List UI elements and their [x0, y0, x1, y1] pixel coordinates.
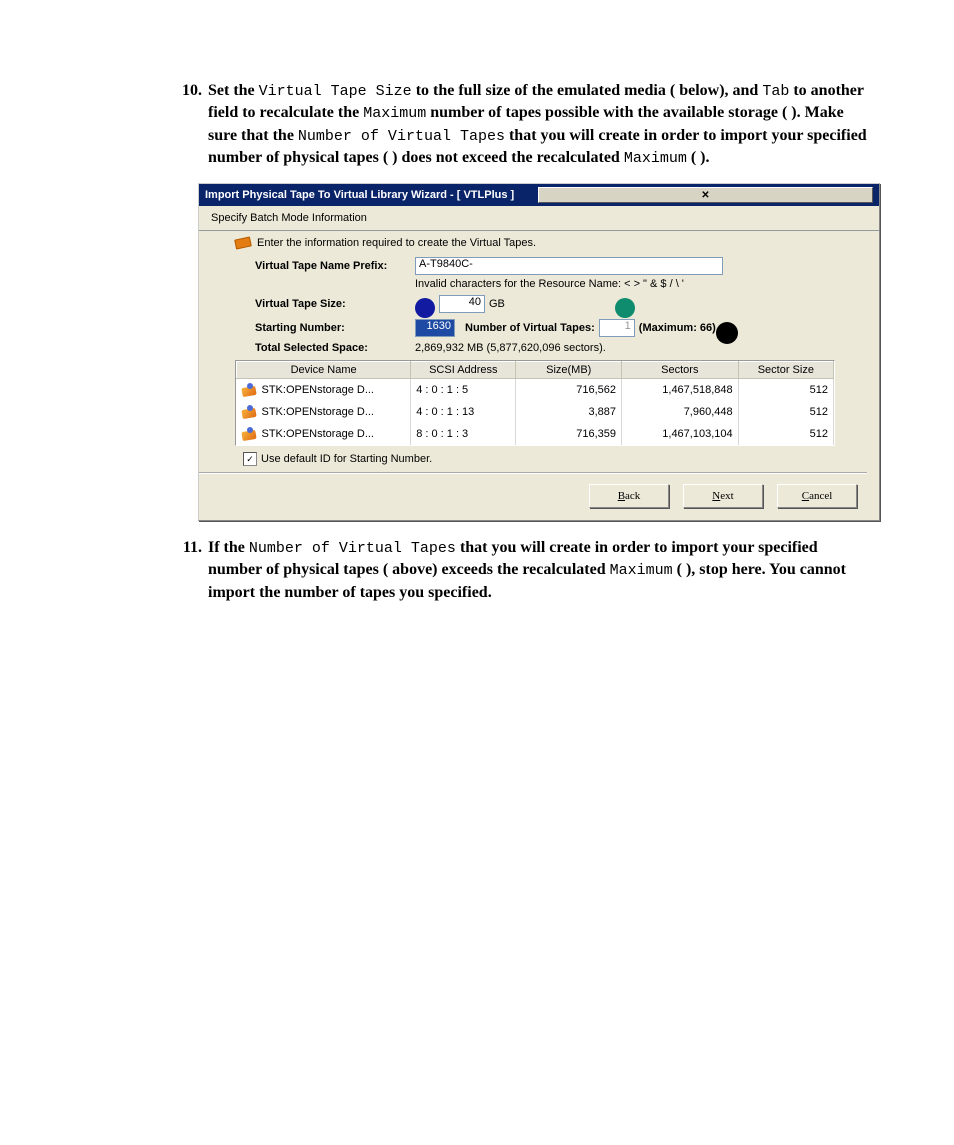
col-device-name[interactable]: Device Name — [237, 362, 411, 379]
table-header-row: Device Name SCSI Address Size(MB) Sector… — [237, 362, 834, 379]
row-total: Total Selected Space: 2,869,932 MB (5,87… — [255, 342, 867, 354]
table-row[interactable]: STK:OPENstorage D... 4 : 0 : 1 : 5 716,5… — [237, 379, 834, 402]
button-row: Back Next Cancel — [235, 474, 867, 510]
row-default-id[interactable]: ✓ Use default ID for Starting Number. — [243, 452, 867, 466]
callout-black-dot — [716, 322, 738, 344]
col-scsi[interactable]: SCSI Address — [411, 362, 516, 379]
col-sector-size[interactable]: Sector Size — [738, 362, 833, 379]
table-row[interactable]: STK:OPENstorage D... 8 : 0 : 1 : 3 716,3… — [237, 423, 834, 445]
device-table: Device Name SCSI Address Size(MB) Sector… — [235, 360, 835, 446]
tape-icon — [234, 236, 252, 249]
disk-icon — [242, 427, 258, 441]
checkbox-default-id[interactable]: ✓ — [243, 452, 257, 466]
input-prefix[interactable]: A-T9840C- — [415, 257, 723, 275]
step-number: 10. — [172, 80, 202, 102]
instruction-step-11: 11. If the Number of Virtual Tapes that … — [178, 537, 874, 603]
label-total: Total Selected Space: — [255, 342, 415, 354]
input-numtapes[interactable]: 1 — [599, 319, 635, 337]
intro-text: Enter the information required to create… — [257, 237, 536, 249]
table-row[interactable]: STK:OPENstorage D... 4 : 0 : 1 : 13 3,88… — [237, 401, 834, 423]
titlebar[interactable]: Import Physical Tape To Virtual Library … — [199, 184, 879, 206]
step-text: Set the Virtual Tape Size to the full si… — [208, 82, 867, 166]
row-size: Virtual Tape Size: 40 GB — [255, 294, 867, 314]
label-start: Starting Number: — [255, 322, 415, 334]
col-sectors[interactable]: Sectors — [622, 362, 739, 379]
cancel-button[interactable]: Cancel — [777, 484, 857, 508]
label-prefix: Virtual Tape Name Prefix: — [255, 260, 415, 272]
input-size[interactable]: 40 — [439, 295, 485, 313]
intro-row: Enter the information required to create… — [235, 237, 867, 249]
label-default-id: Use default ID for Starting Number. — [261, 453, 432, 465]
back-button[interactable]: Back — [589, 484, 669, 508]
col-size[interactable]: Size(MB) — [516, 362, 622, 379]
window-title: Import Physical Tape To Virtual Library … — [205, 189, 538, 201]
step-number: 11. — [172, 537, 202, 559]
import-wizard-window: Import Physical Tape To Virtual Library … — [198, 183, 880, 521]
wizard-subtitle: Specify Batch Mode Information — [199, 206, 879, 231]
invalid-chars-note: Invalid characters for the Resource Name… — [415, 278, 867, 290]
disk-icon — [242, 383, 258, 397]
instruction-step-10: 10. Set the Virtual Tape Size to the ful… — [178, 80, 874, 169]
callout-blue-dot — [415, 298, 435, 318]
label-numtapes: Number of Virtual Tapes: — [465, 322, 595, 334]
next-button[interactable]: Next — [683, 484, 763, 508]
wizard-body: Enter the information required to create… — [199, 231, 879, 520]
disk-icon — [242, 405, 258, 419]
close-icon[interactable]: ✕ — [538, 187, 873, 203]
label-maximum: (Maximum: 66) — [639, 322, 716, 334]
input-start[interactable]: 1630 — [415, 319, 455, 337]
label-size: Virtual Tape Size: — [255, 298, 415, 310]
callout-teal-dot — [615, 298, 635, 318]
step-text: If the Number of Virtual Tapes that you … — [208, 539, 846, 601]
value-total: 2,869,932 MB (5,877,620,096 sectors). — [415, 342, 606, 354]
row-start: Starting Number: 1630 Number of Virtual … — [255, 317, 867, 339]
unit-gb: GB — [489, 298, 505, 310]
row-prefix: Virtual Tape Name Prefix: A-T9840C- — [255, 257, 867, 275]
